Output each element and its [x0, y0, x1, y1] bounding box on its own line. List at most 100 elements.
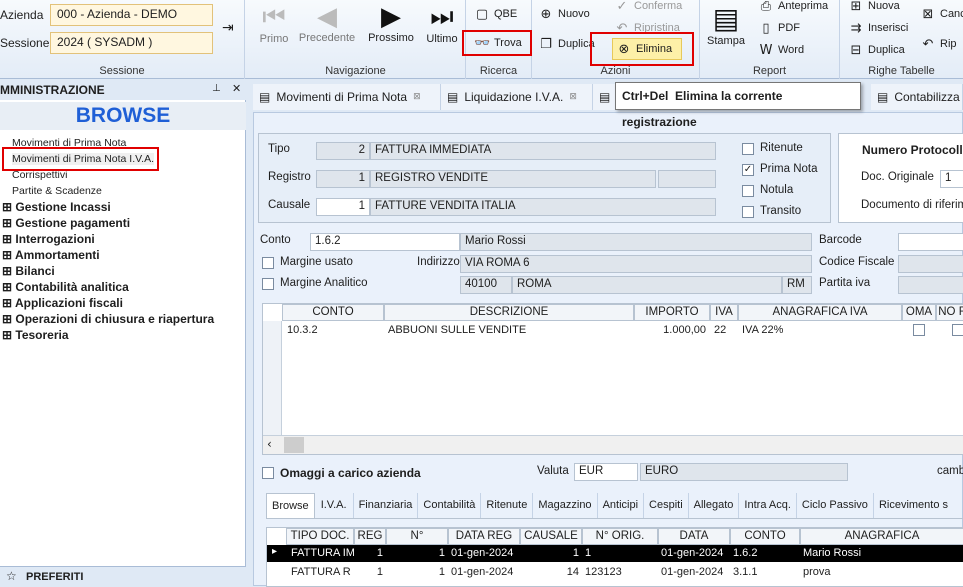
row-anagrafica-iva[interactable]: IVA 22% [739, 322, 901, 339]
subtab-iva[interactable]: I.V.A. [315, 493, 354, 518]
scroll-thumb[interactable] [284, 437, 304, 453]
prima-nota-checkbox[interactable]: ✓ [742, 164, 754, 176]
tree-item-incassi[interactable]: ⊞ Gestione Incassi [2, 199, 242, 215]
tree-item-interrogazioni[interactable]: ⊞ Interrogazioni [2, 231, 242, 247]
tab-prima-nota[interactable]: ▤ Movimenti di Prima Nota ⊠ [253, 84, 441, 110]
transito-checkbox[interactable] [742, 206, 754, 218]
nuova-riga-button[interactable]: ⊞ Nuova [848, 0, 900, 16]
brow1-n[interactable]: 1 [386, 545, 448, 562]
anteprima-button[interactable]: ⎙ Anteprima [758, 0, 828, 16]
row-iva[interactable]: 22 [711, 322, 738, 339]
precedente-button[interactable]: ◀ Precedente [296, 2, 358, 44]
tree-item-prima-nota-iva[interactable]: Movimenti di Prima Nota I.V.A. [2, 147, 242, 171]
stampa-button[interactable]: ▤ Stampa [702, 2, 750, 47]
subtab-intra-acq[interactable]: Intra Acq. [739, 493, 797, 518]
azienda-field[interactable]: 000 - Azienda - DEMO [50, 4, 213, 26]
brow1-data-reg[interactable]: 01-gen-2024 [448, 545, 520, 562]
brow2-n-orig[interactable]: 123123 [582, 564, 658, 581]
duplica-button[interactable]: ❐ Duplica [538, 34, 595, 54]
subtab-contabilita[interactable]: Contabilità [418, 493, 482, 518]
tree-item-partite[interactable]: Partite & Scadenze [2, 183, 242, 199]
row-importo[interactable]: 1.000,00 [635, 322, 709, 339]
brow2-tipo[interactable]: FATTURA R [288, 564, 354, 581]
tab-close-icon[interactable]: ⊠ [569, 92, 577, 102]
canc-riga-button[interactable]: ⊠ Canc [920, 4, 963, 24]
brow1-data[interactable]: 01-gen-2024 [658, 545, 730, 562]
close-icon[interactable]: ✕ [232, 82, 241, 95]
row-oma-checkbox[interactable] [913, 324, 925, 336]
row-selector[interactable] [263, 321, 282, 437]
brow1-n-orig[interactable]: 1 [582, 545, 658, 562]
tree-item-bilanci[interactable]: ⊞ Bilanci [2, 263, 242, 279]
nuovo-button[interactable]: ⊕ Nuovo [538, 4, 590, 24]
brow1-conto[interactable]: 1.6.2 [730, 545, 800, 562]
sessione-field[interactable]: 2024 ( SYSADM ) [50, 32, 213, 54]
ritenute-checkbox[interactable] [742, 143, 754, 155]
rip-riga-button[interactable]: ↶ Rip [920, 34, 957, 54]
conferma-button[interactable]: ✓ Conferma [614, 0, 683, 16]
margine-usato-checkbox[interactable] [262, 257, 274, 269]
doc-originale-field[interactable]: 1 [940, 170, 963, 188]
registro-extra[interactable] [658, 170, 716, 188]
subtab-ricevimento[interactable]: Ricevimento s [874, 493, 953, 518]
trova-button[interactable]: 👓 Trova [462, 30, 532, 56]
registro-code[interactable]: 1 [316, 170, 370, 188]
subtab-anticipi[interactable]: Anticipi [598, 493, 645, 518]
tab-contabilizza[interactable]: ▤ Contabilizza [871, 84, 963, 110]
tab-liquidazione-iva[interactable]: ▤ Liquidazione I.V.A. ⊠ [441, 84, 593, 110]
subtab-ciclo-passivo[interactable]: Ciclo Passivo [797, 493, 874, 518]
brow1-causale[interactable]: 1 [520, 545, 582, 562]
row-no-f-checkbox[interactable] [952, 324, 963, 336]
word-button[interactable]: W Word [758, 40, 805, 60]
ultimo-button[interactable]: ⏭ Ultimo [422, 2, 462, 45]
subtab-cespiti[interactable]: Cespiti [644, 493, 689, 518]
tipo-desc[interactable]: FATTURA IMMEDIATA [370, 142, 716, 160]
causale-code[interactable]: 1 [316, 198, 370, 216]
row-conto[interactable]: 10.3.2 [284, 322, 382, 339]
brow2-anagrafica[interactable]: prova [800, 564, 963, 581]
tree-item-ammortamenti[interactable]: ⊞ Ammortamenti [2, 247, 242, 263]
margine-analitico-checkbox[interactable] [262, 278, 274, 290]
barcode-field[interactable] [898, 233, 963, 251]
tree-item-chiusura[interactable]: ⊞ Operazioni di chiusura e riapertura [2, 311, 242, 327]
brow2-data[interactable]: 01-gen-2024 [658, 564, 730, 581]
subtab-ritenute[interactable]: Ritenute [481, 493, 534, 518]
subtab-finanziaria[interactable]: Finanziaria [354, 493, 419, 518]
subtab-browse[interactable]: Browse [266, 493, 315, 518]
tree-item-pagamenti[interactable]: ⊞ Gestione pagamenti [2, 215, 242, 231]
brow2-n[interactable]: 1 [386, 564, 448, 581]
valuta-code[interactable]: EUR [574, 463, 638, 481]
notula-checkbox[interactable] [742, 185, 754, 197]
qbe-button[interactable]: ▢ QBE [474, 4, 517, 24]
subtab-allegato[interactable]: Allegato [689, 493, 740, 518]
brow2-reg[interactable]: 1 [354, 564, 386, 581]
elimina-button[interactable]: ⊗ Elimina [612, 38, 682, 60]
tipo-code[interactable]: 2 [316, 142, 370, 160]
brow1-anagrafica[interactable]: Mario Rossi [800, 545, 963, 562]
brow1-tipo[interactable]: FATTURA IM [288, 545, 354, 562]
brow2-conto[interactable]: 3.1.1 [730, 564, 800, 581]
causale-desc[interactable]: FATTURE VENDITA ITALIA [370, 198, 716, 216]
brow2-causale[interactable]: 14 [520, 564, 582, 581]
brow1-reg[interactable]: 1 [354, 545, 386, 562]
prossimo-button[interactable]: ▶ Prossimo [362, 2, 420, 44]
subtab-magazzino[interactable]: Magazzino [533, 493, 598, 518]
tab-hidden[interactable]: ▤ [593, 84, 617, 110]
tree-item-fiscali[interactable]: ⊞ Applicazioni fiscali [2, 295, 242, 311]
duplica-riga-button[interactable]: ⊟ Duplica [848, 40, 905, 60]
horizontal-scrollbar[interactable] [263, 435, 963, 454]
pdf-button[interactable]: ▯ PDF [758, 18, 800, 38]
conto-field[interactable]: 1.6.2 [310, 233, 460, 251]
scroll-left-icon[interactable]: ‹ [267, 437, 272, 451]
pin-icon[interactable]: ⊥ [212, 83, 221, 94]
brow2-data-reg[interactable]: 01-gen-2024 [448, 564, 520, 581]
registro-desc[interactable]: REGISTRO VENDITE [370, 170, 656, 188]
tree-item-analitica[interactable]: ⊞ Contabilità analitica [2, 279, 242, 295]
omaggi-checkbox[interactable] [262, 467, 274, 479]
tree-item-tesoreria[interactable]: ⊞ Tesoreria [2, 327, 242, 343]
logout-icon[interactable]: ⇥ [222, 20, 234, 36]
inserisci-riga-button[interactable]: ⇉ Inserisci [848, 18, 909, 38]
row-descrizione[interactable]: ABBUONI SULLE VENDITE [385, 322, 633, 339]
primo-button[interactable]: ⏮ Primo [252, 2, 296, 45]
preferiti-bar[interactable]: PREFERITI [0, 566, 246, 586]
